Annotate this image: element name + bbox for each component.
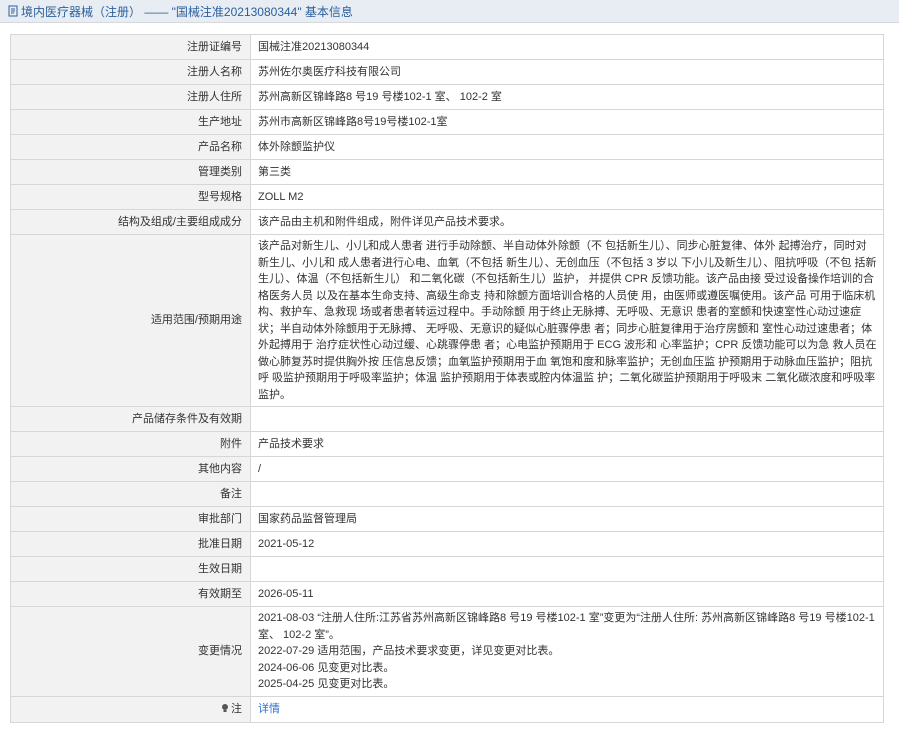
field-value: 第三类 bbox=[250, 159, 884, 185]
field-label: 管理类别 bbox=[10, 159, 251, 185]
table-row: 注册人名称 苏州佐尔奥医疗科技有限公司 bbox=[10, 59, 884, 85]
table-row-note: 注 详情 bbox=[10, 696, 884, 723]
field-label: 注册人住所 bbox=[10, 84, 251, 110]
change-history: 2021-08-03 “注册人住所:江苏省苏州高新区锦峰路8 号19 号楼102… bbox=[250, 606, 884, 697]
table-row: 注册证编号 国械注准20213080344 bbox=[10, 34, 884, 60]
table-row: 附件 产品技术要求 bbox=[10, 431, 884, 457]
info-table: 注册证编号 国械注准20213080344 注册人名称 苏州佐尔奥医疗科技有限公司 注册… bbox=[10, 34, 884, 723]
table-row: 备注 bbox=[10, 481, 884, 507]
field-label: 型号规格 bbox=[10, 184, 251, 210]
table-row: 生效日期 bbox=[10, 556, 884, 582]
note-label-cell: 注 bbox=[10, 696, 251, 723]
note-label: 注 bbox=[231, 703, 242, 716]
field-value: 苏州佐尔奥医疗科技有限公司 bbox=[250, 59, 884, 85]
table-row: 适用范围/预期用途 该产品对新生儿、小儿和成人患者 进行手动除颤、半自动体外除颤（… bbox=[10, 234, 884, 407]
document-icon bbox=[7, 5, 19, 17]
page-title: 境内医疗器械（注册） —— "国械注准20213080344" 基本信息 bbox=[21, 4, 353, 19]
lightbulb-icon bbox=[220, 702, 230, 713]
field-label: 有效期至 bbox=[10, 581, 251, 607]
field-label: 审批部门 bbox=[10, 506, 251, 532]
field-label: 产品名称 bbox=[10, 134, 251, 160]
table-row: 审批部门 国家药品监督管理局 bbox=[10, 506, 884, 532]
table-row: 批准日期 2021-05-12 bbox=[10, 531, 884, 557]
field-value: 产品技术要求 bbox=[250, 431, 884, 457]
table-row: 生产地址 苏州市高新区锦峰路8号19号楼102-1室 bbox=[10, 109, 884, 135]
field-label: 产品储存条件及有效期 bbox=[10, 406, 251, 432]
field-value: 该产品对新生儿、小儿和成人患者 进行手动除颤、半自动体外除颤（不 包括新生儿）、… bbox=[250, 234, 884, 407]
field-label: 结构及组成/主要组成成分 bbox=[10, 209, 251, 235]
change-entry: 2025-04-25 见变更对比表。 bbox=[258, 678, 395, 691]
table-row: 有效期至 2026-05-11 bbox=[10, 581, 884, 607]
table-row: 管理类别 第三类 bbox=[10, 159, 884, 185]
table-row: 其他内容 / bbox=[10, 456, 884, 482]
field-label: 生产地址 bbox=[10, 109, 251, 135]
field-value: 该产品由主机和附件组成，附件详见产品技术要求。 bbox=[250, 209, 884, 235]
table-row: 产品名称 体外除颤监护仪 bbox=[10, 134, 884, 160]
field-value: ZOLL M2 bbox=[250, 184, 884, 210]
change-entry: 2022-07-29 适用范围，产品技术要求变更，详见变更对比表。 bbox=[258, 645, 560, 658]
field-value: 国械注准20213080344 bbox=[250, 34, 884, 60]
field-value: 体外除颤监护仪 bbox=[250, 134, 884, 160]
table-row: 产品储存条件及有效期 bbox=[10, 406, 884, 432]
field-value: 苏州高新区锦峰路8 号19 号楼102-1 室、 102-2 室 bbox=[250, 84, 884, 110]
change-entry: 2021-08-03 “注册人住所:江苏省苏州高新区锦峰路8 号19 号楼102… bbox=[258, 612, 875, 641]
field-label: 注册证编号 bbox=[10, 34, 251, 60]
field-label: 变更情况 bbox=[10, 606, 251, 697]
field-value bbox=[250, 406, 884, 432]
table-row: 结构及组成/主要组成成分 该产品由主机和附件组成，附件详见产品技术要求。 bbox=[10, 209, 884, 235]
field-value: 苏州市高新区锦峰路8号19号楼102-1室 bbox=[250, 109, 884, 135]
field-value: / bbox=[250, 456, 884, 482]
table-row: 型号规格 ZOLL M2 bbox=[10, 184, 884, 210]
change-entry: 2024-06-06 见变更对比表。 bbox=[258, 661, 395, 674]
note-value: 详情 bbox=[250, 696, 884, 723]
field-label: 附件 bbox=[10, 431, 251, 457]
field-value: 国家药品监督管理局 bbox=[250, 506, 884, 532]
field-value: 2026-05-11 bbox=[250, 581, 884, 607]
content-panel: 注册证编号 国械注准20213080344 注册人名称 苏州佐尔奥医疗科技有限公司 注册… bbox=[0, 22, 899, 742]
table-row: 注册人住所 苏州高新区锦峰路8 号19 号楼102-1 室、 102-2 室 bbox=[10, 84, 884, 110]
field-label: 注册人名称 bbox=[10, 59, 251, 85]
field-value bbox=[250, 481, 884, 507]
field-label: 批准日期 bbox=[10, 531, 251, 557]
table-row-changes: 变更情况 2021-08-03 “注册人住所:江苏省苏州高新区锦峰路8 号19 号… bbox=[10, 606, 884, 697]
field-value: 2021-05-12 bbox=[250, 531, 884, 557]
details-link[interactable]: 详情 bbox=[258, 703, 280, 715]
page-header: 境内医疗器械（注册） —— "国械注准20213080344" 基本信息 bbox=[0, 0, 899, 22]
field-label: 适用范围/预期用途 bbox=[10, 234, 251, 407]
field-value bbox=[250, 556, 884, 582]
field-label: 其他内容 bbox=[10, 456, 251, 482]
field-label: 生效日期 bbox=[10, 556, 251, 582]
field-label: 备注 bbox=[10, 481, 251, 507]
